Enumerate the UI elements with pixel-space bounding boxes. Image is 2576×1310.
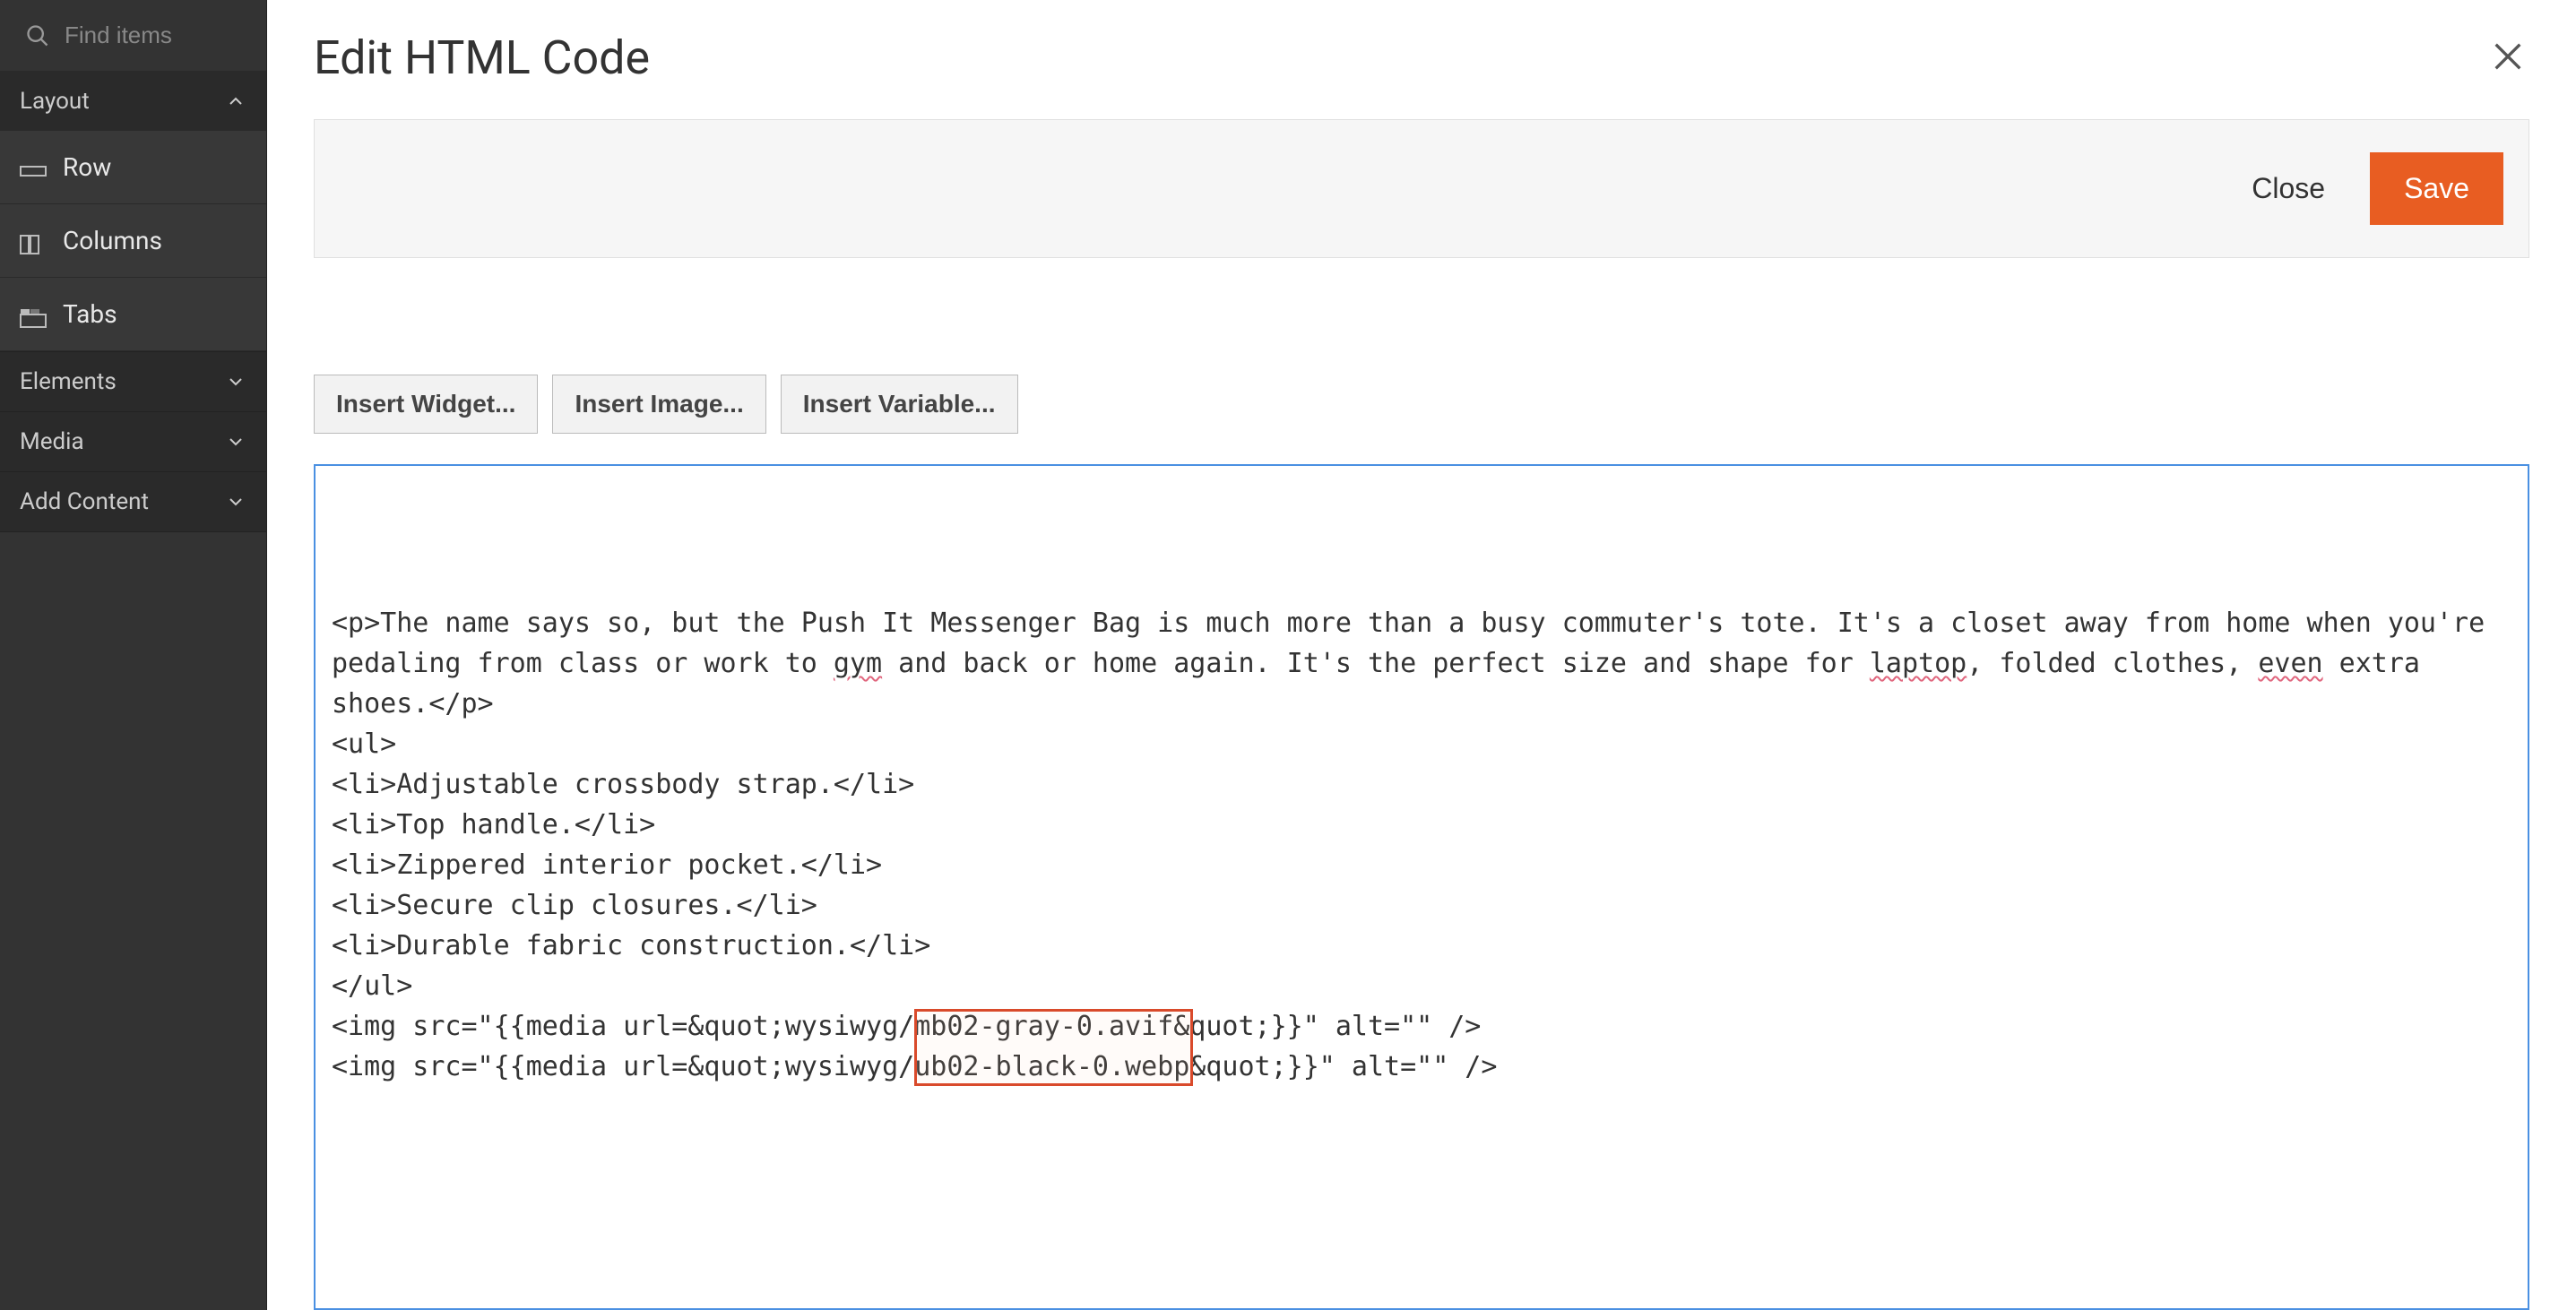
chevron-up-icon <box>225 90 246 112</box>
close-action-button[interactable]: Close <box>2225 152 2352 225</box>
sidebar-section-add-content: Add Content <box>0 472 266 532</box>
code-line: <li>Secure clip closures.</li> <box>332 885 2511 926</box>
search-icon <box>25 23 50 48</box>
row-icon <box>20 158 47 177</box>
chevron-down-icon <box>225 491 246 513</box>
code-line: </ul> <box>332 966 2511 1006</box>
chevron-down-icon <box>225 371 246 392</box>
sidebar-item-label: Columns <box>63 226 162 255</box>
html-code-editor[interactable]: <p>The name says so, but the Push It Mes… <box>314 464 2529 1310</box>
sidebar-item-tabs[interactable]: Tabs <box>0 278 266 351</box>
columns-icon <box>20 231 47 251</box>
sidebar-section-header-layout[interactable]: Layout <box>0 72 266 131</box>
code-line: <li>Durable fabric construction.</li> <box>332 926 2511 966</box>
action-bar: Close Save <box>314 119 2529 258</box>
code-line: <li>Adjustable crossbody strap.</li> <box>332 764 2511 805</box>
sidebar-section-header-media[interactable]: Media <box>0 412 266 471</box>
code-line: <li>Top handle.</li> <box>332 805 2511 845</box>
code-line: <p>The name says so, but the Push It Mes… <box>332 603 2511 724</box>
sidebar-section-elements: Elements <box>0 352 266 412</box>
insert-variable-button[interactable]: Insert Variable... <box>781 375 1018 434</box>
sidebar-section-layout: Layout Row <box>0 72 266 352</box>
section-label: Add Content <box>20 488 149 515</box>
sidebar-section-header-elements[interactable]: Elements <box>0 352 266 411</box>
sidebar-item-label: Tabs <box>63 299 117 329</box>
code-line: <img src="{{media url=&quot;wysiwyg/mb02… <box>332 1006 2511 1047</box>
section-label: Layout <box>20 88 90 115</box>
main: Edit HTML Code Close Save Insert Widget.… <box>267 0 2576 1310</box>
code-line: <img src="{{media url=&quot;wysiwyg/ub02… <box>332 1047 2511 1087</box>
search-input[interactable] <box>65 22 241 49</box>
editor-toolbar: Insert Widget... Insert Image... Insert … <box>314 375 2529 434</box>
sidebar-item-columns[interactable]: Columns <box>0 204 266 278</box>
sidebar: Layout Row <box>0 0 267 1310</box>
sidebar-item-label: Row <box>63 152 111 182</box>
sidebar-item-row[interactable]: Row <box>0 131 266 204</box>
code-line: <ul> <box>332 724 2511 764</box>
sidebar-search <box>0 0 266 72</box>
close-button[interactable] <box>2486 37 2529 80</box>
chevron-down-icon <box>225 431 246 452</box>
page-title: Edit HTML Code <box>314 30 650 85</box>
save-button[interactable]: Save <box>2370 152 2503 225</box>
section-label: Elements <box>20 368 117 395</box>
sidebar-section-header-add-content[interactable]: Add Content <box>0 472 266 531</box>
code-line: <li>Zippered interior pocket.</li> <box>332 845 2511 885</box>
insert-image-button[interactable]: Insert Image... <box>552 375 765 434</box>
close-icon <box>2490 39 2526 78</box>
insert-widget-button[interactable]: Insert Widget... <box>314 375 538 434</box>
sidebar-section-media: Media <box>0 412 266 472</box>
page-header: Edit HTML Code <box>314 30 2529 85</box>
section-label: Media <box>20 428 84 455</box>
tabs-icon <box>20 305 47 324</box>
